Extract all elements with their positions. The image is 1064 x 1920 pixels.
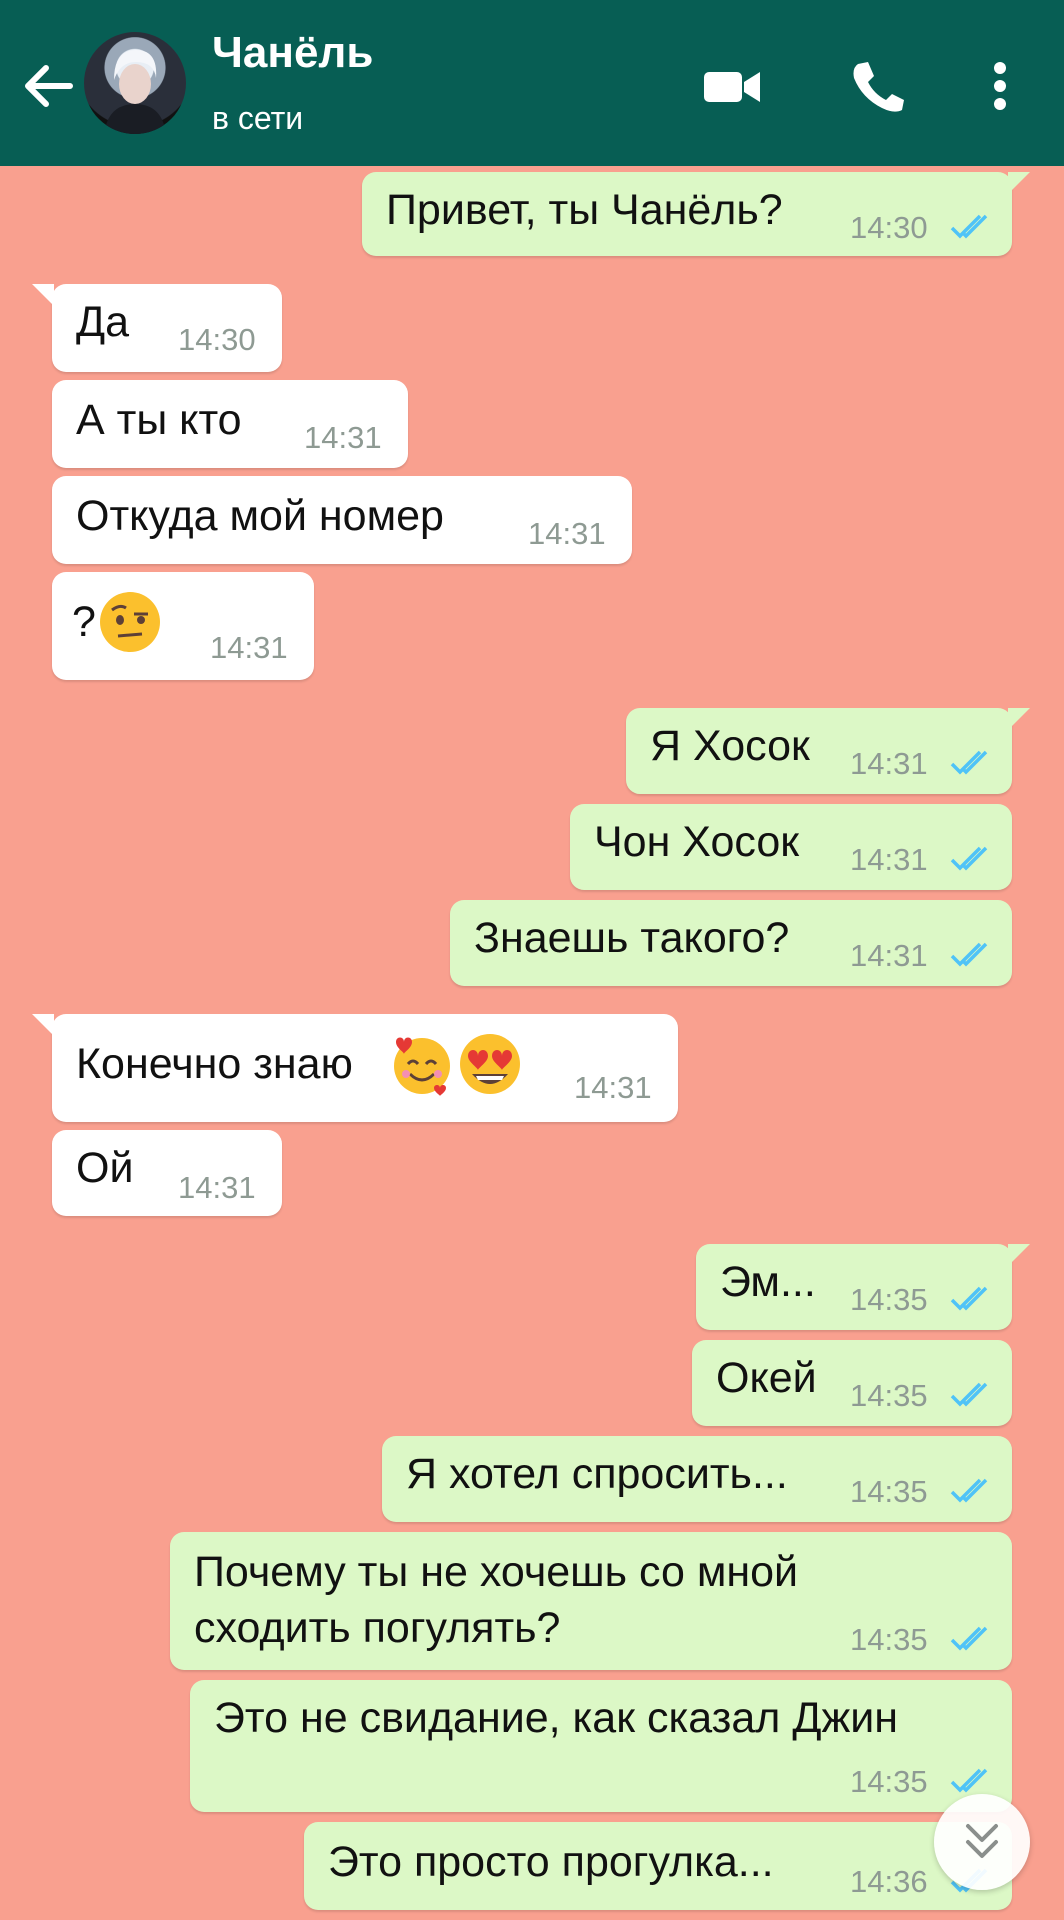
- message-bubble-incoming[interactable]: ? 14:31: [52, 572, 314, 680]
- message-bubble-outgoing[interactable]: Я хотел спросить... 14:35: [382, 1436, 1012, 1522]
- message-text: А ты кто: [76, 396, 242, 444]
- read-ticks-icon: [950, 846, 988, 871]
- message-text: Окей: [716, 1354, 817, 1402]
- video-call-icon[interactable]: [700, 58, 764, 114]
- message-text: Это просто прогулка...: [328, 1838, 774, 1886]
- read-ticks-icon: [950, 750, 988, 775]
- read-ticks-icon: [950, 214, 988, 239]
- message-time: 14:30: [850, 210, 928, 245]
- avatar[interactable]: [84, 32, 186, 134]
- message-time: 14:35: [850, 1474, 928, 1509]
- read-ticks-icon: [950, 1768, 988, 1793]
- read-ticks-icon: [950, 1478, 988, 1503]
- message-bubble-outgoing[interactable]: Чон Хосок 14:31: [570, 804, 1012, 890]
- message-time: 14:35: [850, 1282, 928, 1317]
- more-vert-icon[interactable]: [968, 58, 1032, 114]
- read-ticks-icon: [950, 1626, 988, 1651]
- message-bubble-outgoing[interactable]: Это не свидание, как сказал Джин 14:35: [190, 1680, 1012, 1812]
- message-time: 14:35: [850, 1378, 928, 1413]
- message-bubble-outgoing[interactable]: Я Хосок 14:31: [626, 708, 1030, 794]
- message-bubble-outgoing[interactable]: Почему ты не хочешь со мной сходить погу…: [170, 1532, 1012, 1670]
- message-bubble-incoming[interactable]: Конечно знаю 14:31: [32, 1014, 678, 1122]
- message-bubble-outgoing[interactable]: Окей 14:35: [692, 1340, 1012, 1426]
- message-text: Привет, ты Чанёль?: [386, 186, 783, 234]
- phone-icon[interactable]: [844, 58, 908, 114]
- message-time: 14:30: [178, 322, 256, 357]
- message-text: Знаешь такого?: [474, 914, 790, 962]
- heart-eyes-emoji: [460, 1034, 520, 1094]
- raised-eyebrow-emoji: [100, 592, 160, 652]
- message-bubble-incoming[interactable]: Откуда мой номер 14:31: [52, 476, 632, 564]
- message-text: Эм...: [720, 1258, 816, 1306]
- message-bubble-outgoing[interactable]: Привет, ты Чанёль? 14:30: [362, 172, 1030, 256]
- message-text: Это не свидание, как сказал Джин: [214, 1694, 898, 1742]
- chat-area: Привет, ты Чанёль? 14:30 Да 14:30 А ты к…: [0, 166, 1064, 1920]
- chat-header: Чанёль в сети: [0, 0, 1064, 166]
- message-text: Откуда мой номер: [76, 492, 444, 540]
- message-time: 14:31: [528, 516, 606, 551]
- double-chevron-down-icon: [966, 1824, 998, 1858]
- message-time: 14:35: [850, 1622, 928, 1657]
- message-bubble-incoming[interactable]: Ой 14:31: [52, 1130, 282, 1216]
- message-text: Конечно знаю: [76, 1040, 353, 1088]
- back-arrow-icon[interactable]: [20, 58, 76, 114]
- message-text: ?: [72, 598, 96, 646]
- contact-status: в сети: [212, 100, 304, 136]
- message-time: 14:31: [850, 938, 928, 973]
- message-bubble-outgoing[interactable]: Это просто прогулка... 14:36: [304, 1822, 1012, 1910]
- message-time: 14:36: [850, 1864, 928, 1899]
- message-text: Почему ты не хочешь со мной сходить погу…: [194, 1548, 799, 1652]
- read-ticks-icon: [950, 1382, 988, 1407]
- message-text: Я Хосок: [650, 722, 810, 770]
- message-bubble-incoming[interactable]: Да 14:30: [32, 284, 282, 372]
- contact-name[interactable]: Чанёль: [212, 28, 373, 78]
- message-time: 14:31: [850, 842, 928, 877]
- read-ticks-icon: [950, 942, 988, 967]
- message-time: 14:31: [178, 1170, 256, 1205]
- message-bubble-outgoing[interactable]: Эм... 14:35: [696, 1244, 1030, 1330]
- message-time: 14:35: [850, 1764, 928, 1799]
- message-bubble-outgoing[interactable]: Знаешь такого? 14:31: [450, 900, 1012, 986]
- read-ticks-icon: [950, 1286, 988, 1311]
- message-text: Да: [76, 298, 130, 346]
- message-time: 14:31: [574, 1070, 652, 1105]
- scroll-down-button[interactable]: [934, 1794, 1030, 1890]
- message-bubble-incoming[interactable]: А ты кто 14:31: [52, 380, 408, 468]
- message-time: 14:31: [850, 746, 928, 781]
- message-time: 14:31: [210, 630, 288, 665]
- message-time: 14:31: [304, 420, 382, 455]
- smiling-face-with-hearts-emoji: [394, 1037, 450, 1096]
- message-text: Ой: [76, 1144, 134, 1192]
- message-text: Я хотел спросить...: [406, 1450, 788, 1498]
- message-text: Чон Хосок: [594, 818, 800, 866]
